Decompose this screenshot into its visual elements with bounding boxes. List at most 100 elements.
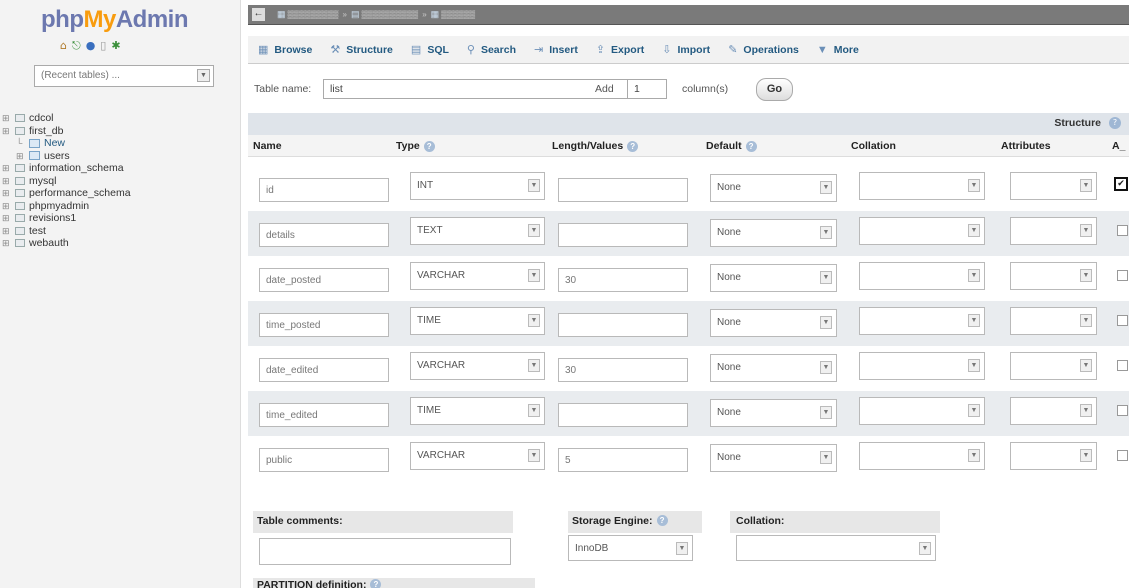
- tab-sql[interactable]: ▤ SQL: [411, 43, 449, 57]
- documentation-icon[interactable]: ▯: [100, 40, 106, 52]
- field-type-select[interactable]: VARCHAR ▼: [410, 352, 545, 380]
- field-attributes-select[interactable]: ▼: [1010, 442, 1097, 470]
- breadcrumb-server[interactable]: ▒▒▒▒▒▒▒▒▒: [288, 10, 339, 19]
- database-item[interactable]: ⊞ first_db: [2, 125, 131, 138]
- field-collation-select[interactable]: ▼: [859, 442, 985, 470]
- field-type-select[interactable]: TIME ▼: [410, 307, 545, 335]
- table-item[interactable]: ⊞ users: [2, 150, 131, 163]
- database-item[interactable]: ⊞ test: [2, 225, 131, 238]
- logout-icon[interactable]: ⎋: [72, 40, 81, 52]
- field-default-select[interactable]: None ▼: [710, 399, 837, 427]
- expand-icon[interactable]: ⊞: [2, 175, 15, 187]
- field-length-input[interactable]: [558, 313, 688, 337]
- field-type-select[interactable]: VARCHAR ▼: [410, 442, 545, 470]
- database-item[interactable]: ⊞ performance_schema: [2, 187, 131, 200]
- breadcrumb-database[interactable]: ▒▒▒▒▒▒▒▒▒▒: [362, 10, 419, 19]
- field-type-select[interactable]: INT ▼: [410, 172, 545, 200]
- go-button[interactable]: Go: [756, 78, 793, 101]
- add-columns-input[interactable]: 1: [627, 79, 667, 99]
- field-length-input[interactable]: [558, 403, 688, 427]
- database-item[interactable]: ⊞ mysql: [2, 175, 131, 188]
- expand-icon[interactable]: ⊞: [2, 225, 15, 237]
- auto-increment-checkbox[interactable]: [1117, 225, 1128, 236]
- auto-increment-checkbox[interactable]: [1117, 405, 1128, 416]
- expand-icon[interactable]: ⊞: [2, 200, 15, 212]
- field-collation-select[interactable]: ▼: [859, 352, 985, 380]
- field-attributes-select[interactable]: ▼: [1010, 352, 1097, 380]
- settings-icon[interactable]: ✱: [111, 40, 120, 52]
- table-comments-input[interactable]: [259, 538, 511, 565]
- expand-icon[interactable]: ⊞: [2, 112, 15, 124]
- expand-icon[interactable]: ⊞: [2, 237, 15, 249]
- tab-structure[interactable]: ⚒ Structure: [330, 43, 393, 57]
- help-icon[interactable]: ●: [86, 40, 96, 52]
- database-item[interactable]: ⊞ information_schema: [2, 162, 131, 175]
- field-attributes-select[interactable]: ▼: [1010, 262, 1097, 290]
- field-default-select[interactable]: None ▼: [710, 444, 837, 472]
- field-attributes-select[interactable]: ▼: [1010, 172, 1097, 200]
- field-name-input[interactable]: date_edited: [259, 358, 389, 382]
- help-icon[interactable]: ?: [656, 515, 668, 526]
- help-icon[interactable]: ?: [627, 140, 639, 152]
- tab-search[interactable]: ⚲ Search: [467, 43, 516, 57]
- field-name-input[interactable]: details: [259, 223, 389, 247]
- field-attributes-select[interactable]: ▼: [1010, 397, 1097, 425]
- field-name-input[interactable]: id: [259, 178, 389, 202]
- help-icon[interactable]: ?: [1109, 117, 1121, 129]
- field-length-input[interactable]: [558, 178, 688, 202]
- field-type-select[interactable]: TIME ▼: [410, 397, 545, 425]
- tab-operations[interactable]: ✎ Operations: [728, 43, 799, 57]
- table-collation-select[interactable]: ▼: [736, 535, 936, 561]
- field-default-select[interactable]: None ▼: [710, 309, 837, 337]
- field-collation-select[interactable]: ▼: [859, 262, 985, 290]
- collapse-navigation-button[interactable]: ←: [252, 8, 265, 21]
- auto-increment-checkbox[interactable]: [1117, 450, 1128, 461]
- storage-engine-select[interactable]: InnoDB ▼: [568, 535, 693, 561]
- field-attributes-select[interactable]: ▼: [1010, 217, 1097, 245]
- database-item[interactable]: ⊞ revisions1: [2, 212, 131, 225]
- field-name-input[interactable]: public: [259, 448, 389, 472]
- field-collation-select[interactable]: ▼: [859, 397, 985, 425]
- field-default-select[interactable]: None ▼: [710, 264, 837, 292]
- auto-increment-checkbox[interactable]: ✔: [1114, 177, 1128, 191]
- field-length-input[interactable]: [558, 223, 688, 247]
- field-type-select[interactable]: TEXT ▼: [410, 217, 545, 245]
- phpmyadmin-logo[interactable]: phpMyAdmin: [41, 6, 189, 34]
- expand-icon[interactable]: ⊞: [2, 125, 15, 137]
- field-name-input[interactable]: time_posted: [259, 313, 389, 337]
- database-item[interactable]: ⊞ webauth: [2, 237, 131, 250]
- auto-increment-checkbox[interactable]: [1117, 270, 1128, 281]
- help-icon[interactable]: ?: [370, 579, 382, 588]
- new-table-item[interactable]: └ New: [2, 137, 131, 150]
- field-length-input[interactable]: 5: [558, 448, 688, 472]
- database-item[interactable]: ⊞ phpmyadmin: [2, 200, 131, 213]
- breadcrumb-table[interactable]: ▒▒▒▒▒▒: [441, 10, 475, 19]
- field-type-select[interactable]: VARCHAR ▼: [410, 262, 545, 290]
- tab-insert[interactable]: ⇥ Insert: [534, 43, 578, 57]
- field-name-input[interactable]: time_edited: [259, 403, 389, 427]
- expand-icon[interactable]: ⊞: [2, 212, 15, 224]
- tab-more[interactable]: ▼ More: [817, 44, 859, 56]
- help-icon[interactable]: ?: [745, 140, 757, 152]
- tab-export[interactable]: ⇪ Export: [596, 43, 644, 57]
- recent-tables-select[interactable]: (Recent tables) ... ▼: [34, 65, 214, 87]
- field-name-input[interactable]: date_posted: [259, 268, 389, 292]
- field-length-input[interactable]: 30: [558, 268, 688, 292]
- expand-icon[interactable]: ⊞: [16, 150, 29, 162]
- field-collation-select[interactable]: ▼: [859, 217, 985, 245]
- home-icon[interactable]: ⌂: [60, 40, 67, 52]
- help-icon[interactable]: ?: [423, 140, 435, 152]
- tab-browse[interactable]: ▦ Browse: [258, 43, 312, 57]
- field-collation-select[interactable]: ▼: [859, 172, 985, 200]
- tab-import[interactable]: ⇩ Import: [662, 43, 710, 57]
- database-item[interactable]: ⊞ cdcol: [2, 112, 131, 125]
- field-length-input[interactable]: 30: [558, 358, 688, 382]
- field-default-select[interactable]: None ▼: [710, 219, 837, 247]
- auto-increment-checkbox[interactable]: [1117, 315, 1128, 326]
- field-default-select[interactable]: None ▼: [710, 354, 837, 382]
- expand-icon[interactable]: ⊞: [2, 187, 15, 199]
- field-collation-select[interactable]: ▼: [859, 307, 985, 335]
- auto-increment-checkbox[interactable]: [1117, 360, 1128, 371]
- field-default-select[interactable]: None ▼: [710, 174, 837, 202]
- expand-icon[interactable]: ⊞: [2, 162, 15, 174]
